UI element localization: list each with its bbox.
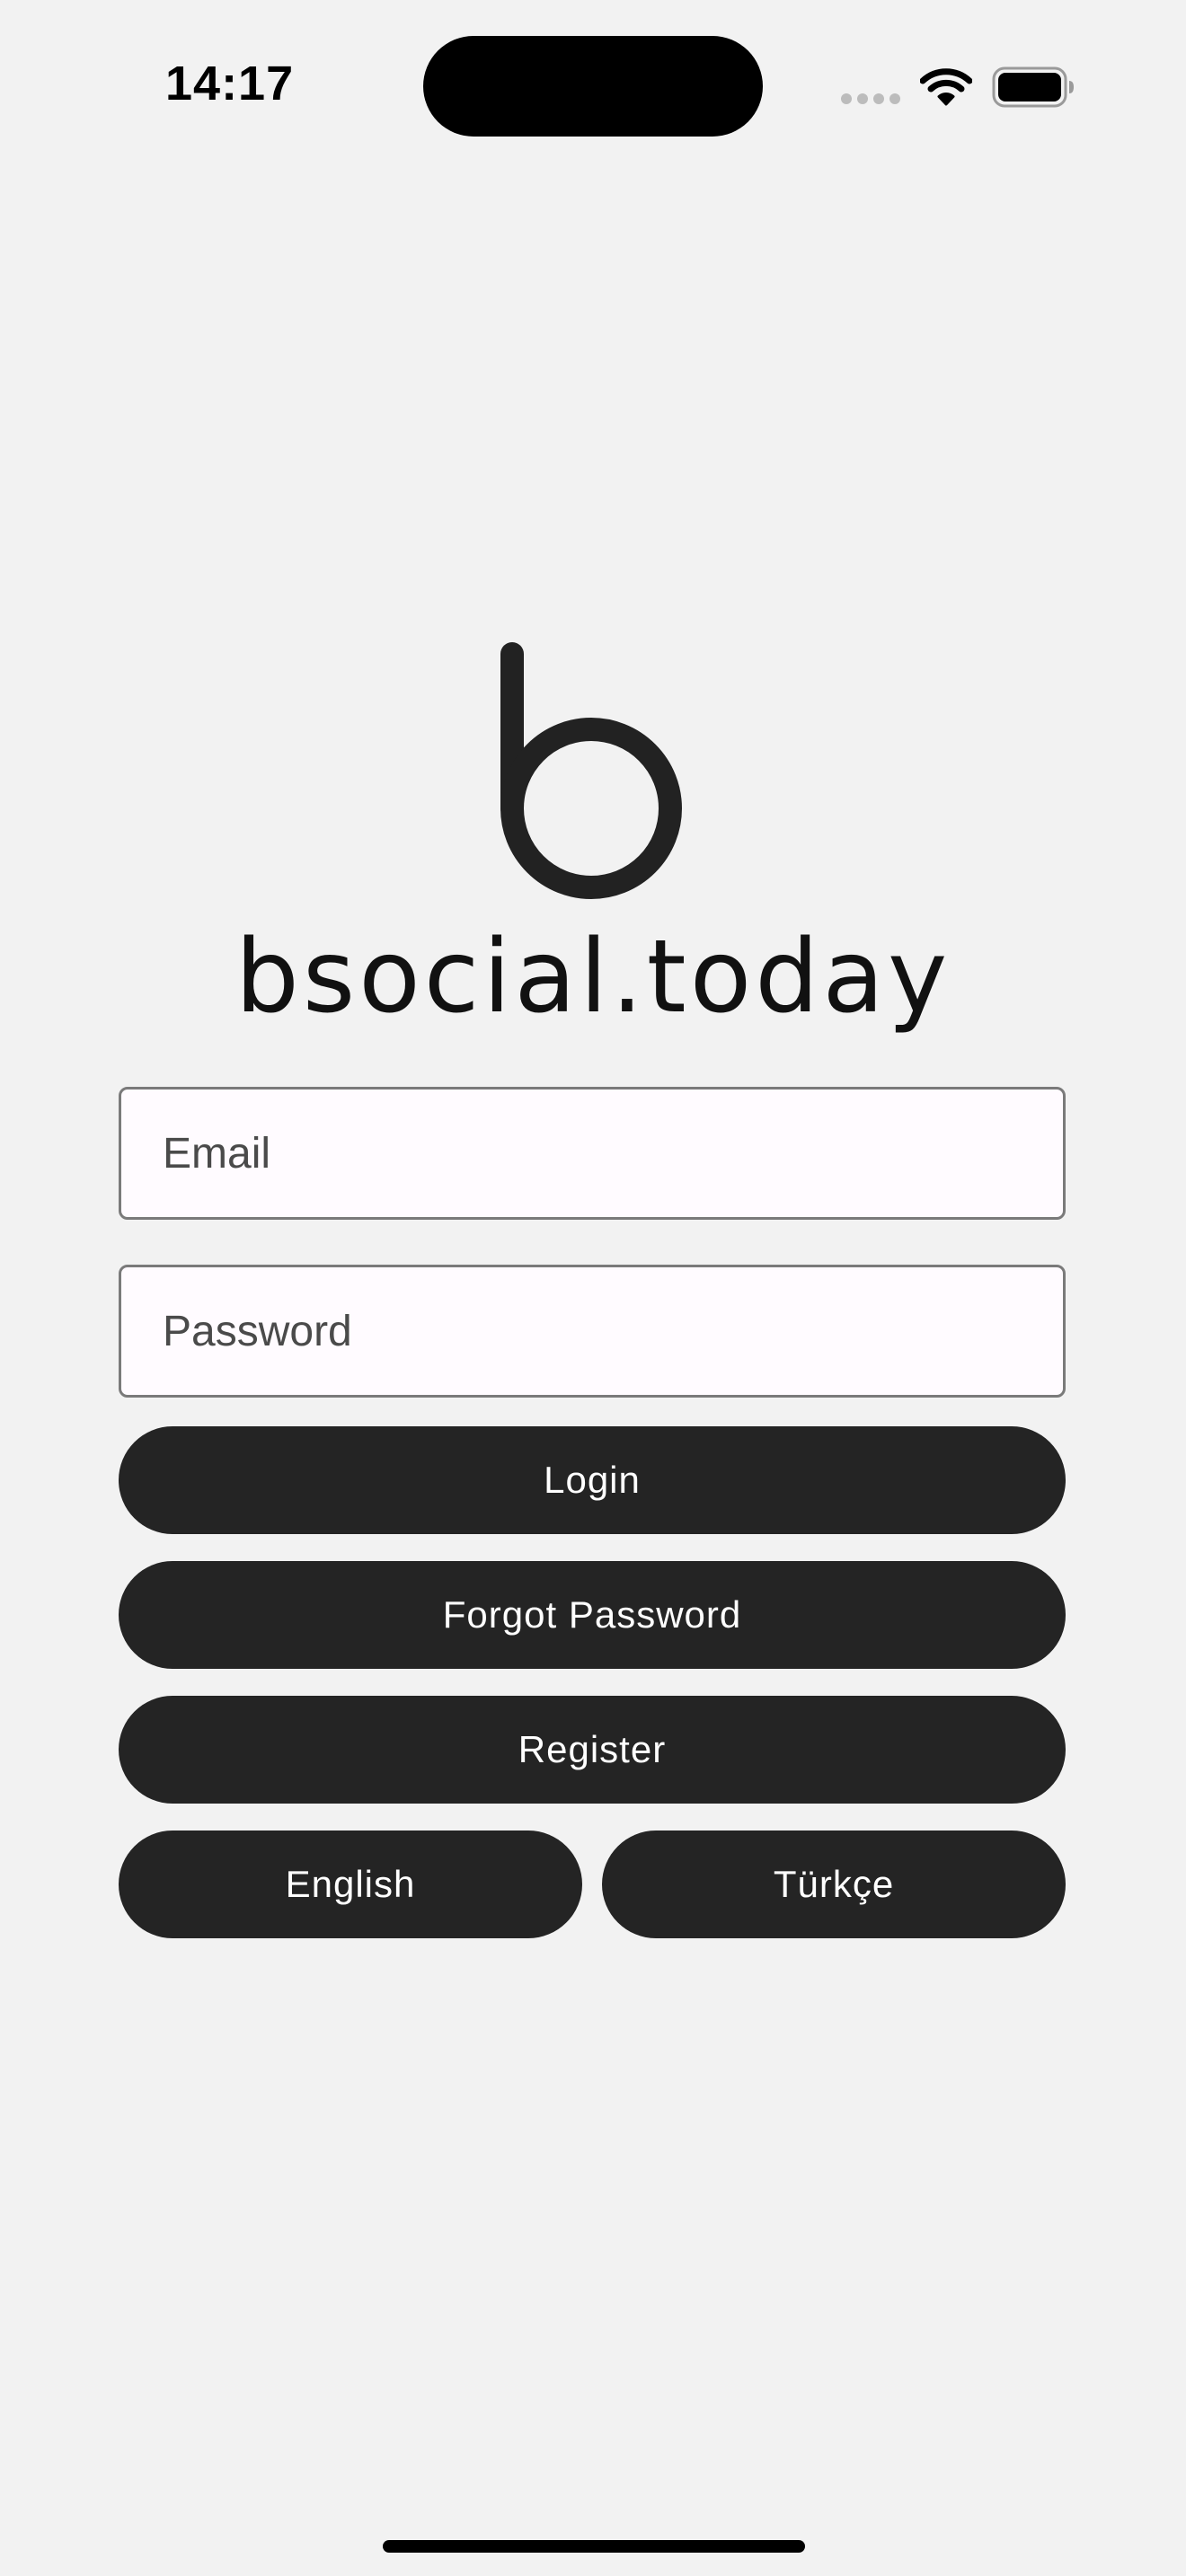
dynamic-island	[423, 36, 763, 137]
battery-icon	[992, 66, 1074, 108]
login-button[interactable]: Login	[119, 1426, 1066, 1534]
language-turkish-button[interactable]: Türkçe	[602, 1831, 1066, 1938]
email-field[interactable]	[119, 1087, 1066, 1220]
status-time: 14:17	[165, 57, 295, 110]
cellular-signal-icon	[841, 93, 900, 106]
password-field[interactable]	[119, 1265, 1066, 1398]
logo-wordmark: bsocial.today	[235, 919, 951, 1036]
home-indicator[interactable]	[383, 2540, 805, 2553]
forgot-password-button[interactable]: Forgot Password	[119, 1561, 1066, 1669]
language-english-button[interactable]: English	[119, 1831, 582, 1938]
logo-b-mark	[500, 642, 682, 899]
register-button[interactable]: Register	[119, 1696, 1066, 1804]
wifi-icon	[920, 68, 972, 106]
